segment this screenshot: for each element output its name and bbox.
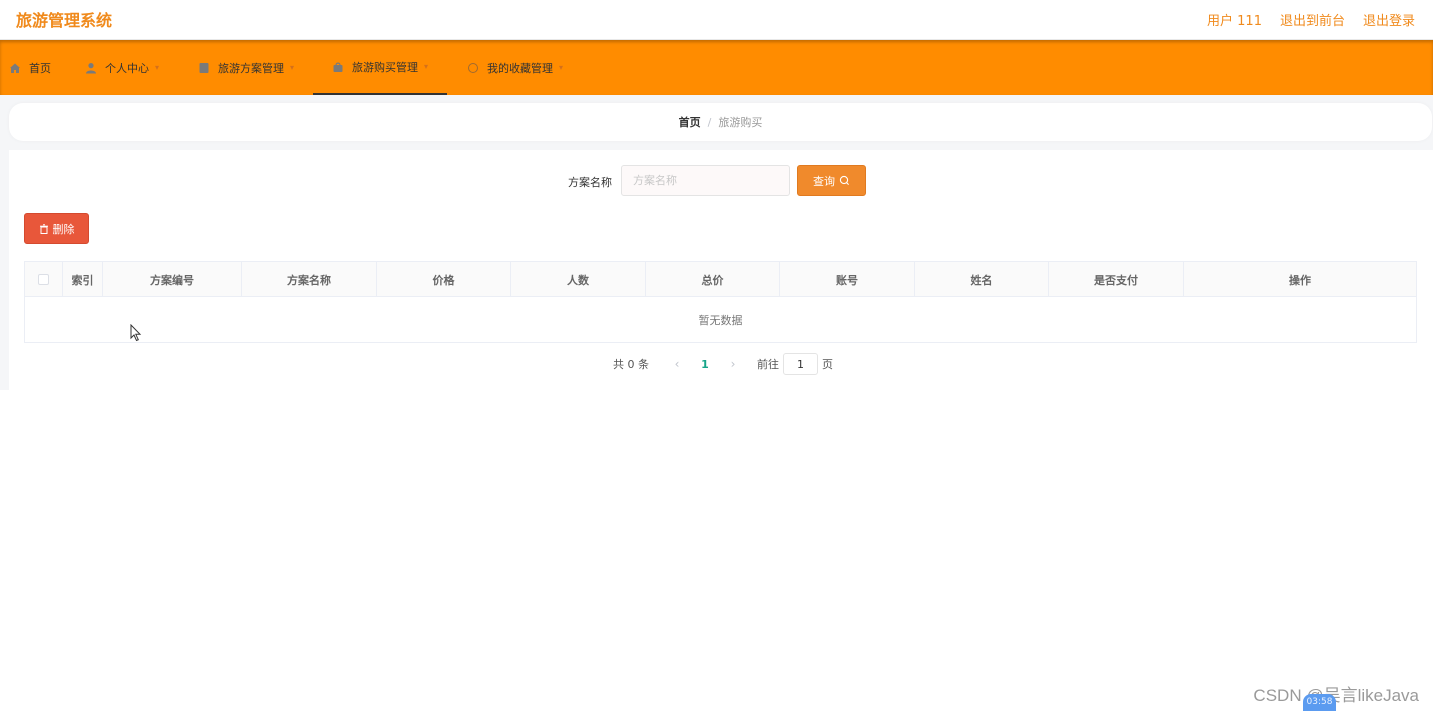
breadcrumb-home[interactable]: 首页 [679, 114, 701, 130]
recording-timer-badge: 03:58 [1303, 694, 1336, 711]
table-empty-text: 暂无数据 [698, 314, 743, 327]
pagination-total: 共 0 条 [613, 358, 649, 371]
chevron-down-icon: ▾ [155, 63, 160, 72]
nav-label: 旅游方案管理 [218, 61, 284, 75]
breadcrumb: 首页 / 旅游购买 [9, 103, 1432, 141]
delete-button-label: 删除 [52, 222, 75, 236]
watermark: CSDN @吴言likeJava [1253, 686, 1419, 705]
main-nav: 首页 个人中心 ▾ 旅游方案管理 ▾ 旅游购买管理 ▾ 我的收藏管理 ▾ [0, 40, 1433, 95]
user-label[interactable]: 用户 111 [1207, 10, 1262, 29]
goto-page-input[interactable] [783, 353, 818, 375]
nav-item-favorites-management[interactable]: 我的收藏管理 ▾ [467, 40, 563, 95]
chevron-down-icon: ▾ [290, 63, 295, 72]
page-number[interactable]: 1 [689, 358, 721, 371]
nav-label: 首页 [29, 61, 51, 75]
nav-item-home[interactable]: 首页 [9, 40, 51, 95]
app-title: 旅游管理系统 [16, 11, 113, 30]
nav-label: 我的收藏管理 [487, 61, 553, 75]
column-header: 账号 [780, 262, 915, 297]
column-header: 方案编号 [103, 262, 242, 297]
breadcrumb-separator: / [707, 115, 712, 129]
star-icon [468, 62, 478, 73]
header-actions: 用户 111 退出到前台 退出登录 [1207, 10, 1415, 29]
purchase-table: 索引 方案编号 方案名称 价格 人数 总价 账号 姓名 是否支付 操作 暂无数据 [24, 261, 1417, 343]
page-suffix: 页 [822, 358, 833, 371]
next-page-icon[interactable]: › [721, 357, 745, 371]
exit-to-frontend-link[interactable]: 退出到前台 [1280, 10, 1345, 29]
plan-name-search-input[interactable] [621, 165, 790, 196]
chevron-down-icon: ▾ [559, 63, 564, 72]
column-header: 操作 [1289, 273, 1311, 287]
document-icon [199, 62, 209, 73]
top-header: 旅游管理系统 用户 111 退出到前台 退出登录 [0, 0, 1433, 40]
query-button-label: 查询 [813, 174, 835, 188]
column-header: 价格 [377, 262, 511, 297]
goto-label: 前往 [757, 358, 779, 371]
breadcrumb-current: 旅游购买 [718, 116, 763, 129]
pagination: 共 0 条 ‹ 1 › 前往 页 [613, 353, 833, 375]
logout-link[interactable]: 退出登录 [1363, 10, 1415, 29]
home-icon [10, 63, 20, 73]
search-label: 方案名称 [568, 176, 612, 189]
table-header: 索引 方案编号 方案名称 价格 人数 总价 账号 姓名 是否支付 操作 [25, 262, 1416, 297]
nav-item-plan-management[interactable]: 旅游方案管理 ▾ [198, 40, 294, 95]
nav-label: 旅游购买管理 [352, 60, 418, 74]
nav-label: 个人中心 [105, 61, 149, 75]
search-icon [839, 175, 849, 185]
query-button[interactable]: 查询 [797, 165, 866, 196]
nav-item-purchase-management[interactable]: 旅游购买管理 ▾ [313, 40, 447, 95]
select-all-checkbox[interactable] [38, 274, 49, 285]
select-all-cell[interactable] [25, 262, 63, 297]
trash-icon [39, 223, 48, 234]
chevron-down-icon: ▾ [424, 62, 429, 71]
column-header: 索引 [63, 262, 103, 297]
nav-item-personal-center[interactable]: 个人中心 ▾ [85, 40, 159, 95]
user-icon [86, 62, 96, 73]
column-header: 方案名称 [242, 262, 377, 297]
mouse-cursor-icon [130, 324, 142, 342]
column-header: 姓名 [915, 262, 1049, 297]
column-header: 是否支付 [1049, 262, 1184, 297]
prev-page-icon[interactable]: ‹ [665, 357, 689, 371]
column-header: 人数 [511, 262, 646, 297]
content-panel: 方案名称 查询 删除 索引 方案编号 方案名称 价格 人数 总价 账号 姓名 [9, 150, 1433, 390]
delete-button[interactable]: 删除 [24, 213, 89, 244]
column-header: 总价 [646, 262, 780, 297]
bag-icon [333, 62, 343, 72]
